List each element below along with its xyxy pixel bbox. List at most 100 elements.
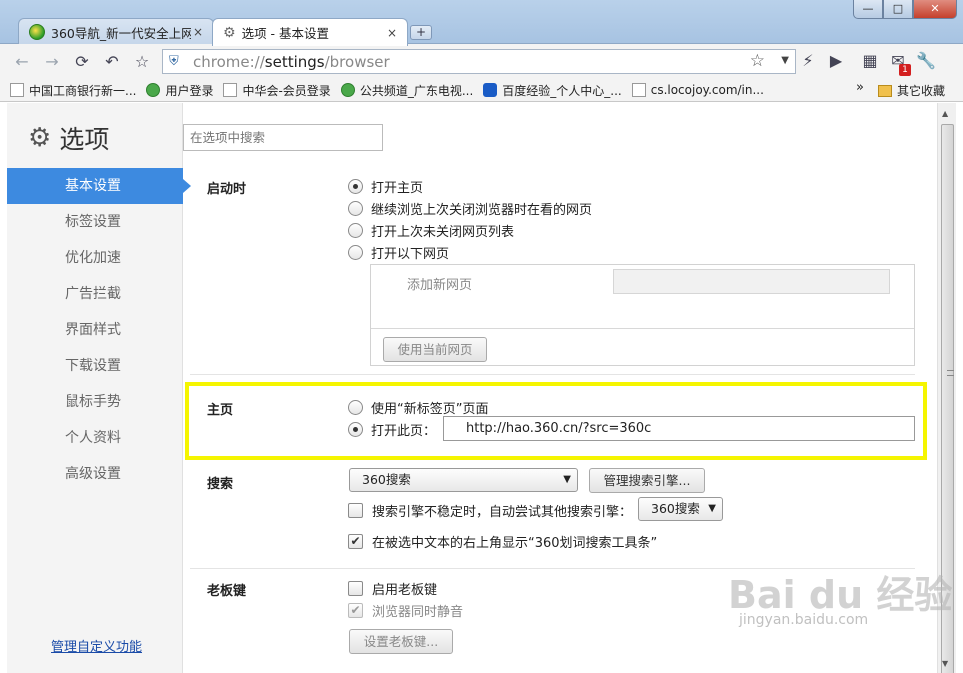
nav-item-tabs[interactable]: 标签设置 xyxy=(7,204,183,240)
grip-icon xyxy=(947,370,954,376)
baidu-watermark-logo: Bai du 经验 xyxy=(728,573,953,617)
nav-item-basic[interactable]: 基本设置 xyxy=(7,168,191,204)
wrench-menu-icon[interactable]: 🔧 xyxy=(914,49,938,73)
startup-option-continue[interactable]: 继续浏览上次关闭浏览器时在看的网页 xyxy=(348,199,592,218)
search-toolbar-option[interactable]: ✔ 在被选中文本的右上角显示“360划词搜索工具条” xyxy=(348,532,657,551)
new-tab-button[interactable]: + xyxy=(410,25,432,40)
use-current-pages-button[interactable]: 使用当前网页 xyxy=(383,337,487,362)
divider xyxy=(371,328,914,329)
page-title: 选项 xyxy=(59,125,110,154)
search-section-label: 搜索 xyxy=(207,477,234,492)
checkbox[interactable] xyxy=(348,581,363,596)
apps-plus-icon[interactable]: ▦ xyxy=(858,49,882,73)
tab-settings[interactable]: ⚙ 选项 - 基本设置 × xyxy=(212,18,408,46)
tab-close-icon[interactable]: × xyxy=(191,25,205,39)
bosskey-section-label: 老板键 xyxy=(207,584,247,599)
lightning-icon[interactable]: ⚡ xyxy=(796,49,820,73)
homepage-option-open[interactable]: 打开此页： xyxy=(348,420,436,439)
gear-favicon-icon: ⚙ xyxy=(223,24,236,41)
bookmark-item[interactable]: 中国工商银行新一... xyxy=(10,82,136,99)
startup-option-pages[interactable]: 打开以下网页 xyxy=(348,243,449,262)
title-bar: 360导航_新一代安全上网 × ⚙ 选项 - 基本设置 × + — □ ✕ xyxy=(0,0,963,46)
tab-title: 360导航_新一代安全上网 xyxy=(51,25,191,41)
divider xyxy=(190,374,915,375)
360-favicon-icon xyxy=(29,24,45,40)
search-fallback-option[interactable]: 搜索引擎不稳定时，自动尝试其他搜索引擎： xyxy=(348,501,632,520)
window-controls: — □ ✕ xyxy=(853,0,957,19)
homepage-option-newtab[interactable]: 使用“新标签页”页面 xyxy=(348,398,488,417)
nav-item-adblock[interactable]: 广告拦截 xyxy=(7,276,183,312)
scroll-down-icon[interactable]: ▼ xyxy=(942,659,948,668)
manage-custom-features-link[interactable]: 管理自定义功能 xyxy=(51,636,142,655)
gear-icon: ⚙ xyxy=(28,123,52,153)
bookmark-item[interactable]: 百度经验_个人中心_... xyxy=(483,82,622,99)
baidu-paw-icon xyxy=(483,83,498,97)
nav-item-advanced[interactable]: 高级设置 xyxy=(7,456,183,492)
startup-section-label: 启动时 xyxy=(207,182,247,197)
bookmarks-bar: 中国工商银行新一... 用户登录 中华会-会员登录 公共频道_广东电视... 百… xyxy=(0,79,963,102)
bosskey-enable-option[interactable]: 启用老板键 xyxy=(348,579,437,598)
bookmark-star-icon[interactable]: ☆ xyxy=(750,51,765,71)
radio[interactable] xyxy=(348,201,363,216)
bookmarks-overflow-button[interactable]: » xyxy=(856,80,864,95)
nav-item-appearance[interactable]: 界面样式 xyxy=(7,312,183,348)
radio[interactable] xyxy=(348,400,363,415)
set-bosskey-button[interactable]: 设置老板键... xyxy=(349,629,453,654)
settings-search-input[interactable] xyxy=(183,124,383,151)
nav-item-downloads[interactable]: 下载设置 xyxy=(7,348,183,384)
nav-item-optimize[interactable]: 优化加速 xyxy=(7,240,183,276)
radio-selected[interactable] xyxy=(348,179,363,194)
bookmark-item[interactable]: cs.locojoy.com/in... xyxy=(631,83,764,97)
search-engine-select[interactable]: 360搜索 ▼ xyxy=(349,468,578,492)
baidu-watermark-url: jingyan.baidu.com xyxy=(739,612,869,628)
minimize-button[interactable]: — xyxy=(853,0,883,19)
folder-icon xyxy=(878,84,892,97)
star-icon[interactable]: ☆ xyxy=(130,50,154,74)
site-icon xyxy=(340,83,355,97)
settings-nav: 基本设置 标签设置 优化加速 广告拦截 界面样式 下载设置 鼠标手势 个人资料 … xyxy=(7,168,191,492)
startup-option-homepage[interactable]: 打开主页 xyxy=(348,177,423,196)
radio-selected[interactable] xyxy=(348,422,363,437)
radio[interactable] xyxy=(348,245,363,260)
nav-item-profile[interactable]: 个人资料 xyxy=(7,420,183,456)
bookmark-item[interactable]: 公共频道_广东电视... xyxy=(340,82,473,99)
bosskey-mute-option[interactable]: ✔ 浏览器同时静音 xyxy=(348,601,463,620)
address-url[interactable]: chrome://settings/browser xyxy=(193,53,390,71)
chevron-down-icon: ▼ xyxy=(563,474,571,485)
checkbox-checked[interactable]: ✔ xyxy=(348,603,363,618)
mail-count-badge: 1 xyxy=(899,64,911,76)
page-icon xyxy=(223,83,238,97)
checkbox-checked[interactable]: ✔ xyxy=(348,534,363,549)
settings-header: ⚙ 选项 xyxy=(28,120,109,156)
bookmark-item[interactable]: 中华会-会员登录 xyxy=(223,82,331,99)
address-bar[interactable]: ⛨ chrome://settings/browser ☆ ▼ xyxy=(162,49,796,74)
add-page-input[interactable] xyxy=(613,269,890,294)
startup-option-last-list[interactable]: 打开上次未关闭网页列表 xyxy=(348,221,514,240)
chevron-down-icon: ▼ xyxy=(708,503,716,514)
radio[interactable] xyxy=(348,223,363,238)
maximize-button[interactable]: □ xyxy=(883,0,913,19)
site-icon xyxy=(146,83,161,97)
window-close-button[interactable]: ✕ xyxy=(913,0,957,19)
homepage-url-input[interactable]: http://hao.360.cn/?src=360c xyxy=(443,416,915,441)
forward-arrow-icon[interactable]: → xyxy=(40,50,64,74)
security-shield-icon: ⛨ xyxy=(169,54,179,69)
tab-360-nav[interactable]: 360导航_新一代安全上网 × xyxy=(18,18,214,45)
manage-search-engines-button[interactable]: 管理搜索引擎... xyxy=(589,468,705,493)
tab-close-icon[interactable]: × xyxy=(385,26,399,40)
nav-item-gestures[interactable]: 鼠标手势 xyxy=(7,384,183,420)
scroll-up-icon[interactable]: ▲ xyxy=(942,109,948,118)
checkbox[interactable] xyxy=(348,503,363,518)
undo-icon[interactable]: ↶ xyxy=(100,50,124,74)
homepage-section-label: 主页 xyxy=(207,403,234,418)
page-icon xyxy=(10,83,24,97)
page-icon xyxy=(631,83,646,97)
bookmark-item[interactable]: 用户登录 xyxy=(146,82,213,99)
other-bookmarks-folder[interactable]: 其它收藏 xyxy=(878,82,945,99)
fallback-engine-select[interactable]: 360搜索 ▼ xyxy=(638,497,723,521)
reload-icon[interactable]: ⟳ xyxy=(70,50,94,74)
play-icon[interactable]: ▶ xyxy=(824,49,848,73)
back-arrow-icon[interactable]: ← xyxy=(10,50,34,74)
toolbar-extensions: ⚡ ▶ xyxy=(796,49,852,73)
chevron-down-icon[interactable]: ▼ xyxy=(781,55,789,66)
